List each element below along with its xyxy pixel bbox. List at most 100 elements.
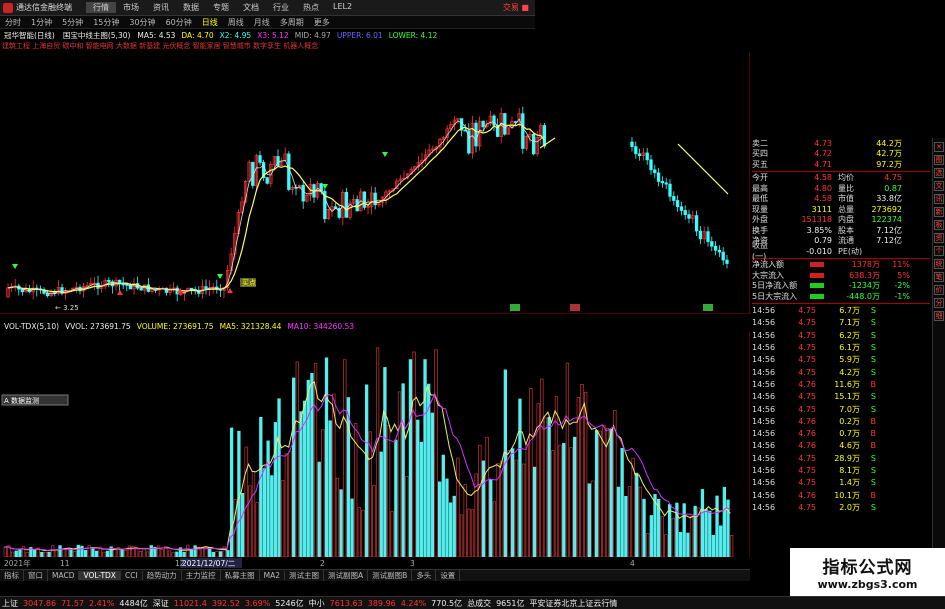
volume-bar: [423, 359, 427, 557]
volume-bar: [635, 472, 639, 557]
tab-7[interactable]: 私募主图: [221, 570, 260, 581]
trade-button[interactable]: 交易 ■: [503, 2, 535, 13]
vol-ma5-value: MA5: 321328.44: [219, 321, 282, 331]
side-tab-10[interactable]: 笔: [934, 272, 944, 282]
period-0[interactable]: 分时: [0, 17, 26, 28]
volume-bar: [127, 545, 132, 557]
volume-bar: [390, 511, 394, 557]
tick-volume: 1.4万: [839, 478, 860, 488]
side-tab-12[interactable]: 分: [934, 298, 944, 308]
index-value: 11021.4: [173, 598, 207, 608]
side-tab-5[interactable]: 新: [934, 207, 944, 217]
candle-body: [121, 283, 125, 286]
vol-indicator-name[interactable]: VOL-TDX(5,10): [4, 322, 59, 331]
side-tab-2[interactable]: 选: [934, 168, 944, 178]
side-tab-8[interactable]: 个: [934, 246, 944, 256]
menu-item-4[interactable]: 专题: [206, 2, 236, 13]
volume-bar: [18, 549, 22, 557]
volume-bar: [729, 535, 734, 557]
volume-bar: [3, 546, 7, 557]
candle-body: [287, 153, 291, 190]
period-1[interactable]: 1分钟: [26, 17, 57, 28]
tab-3[interactable]: VOL-TDX: [79, 571, 121, 580]
side-tab-6[interactable]: 板: [934, 220, 944, 230]
period-2[interactable]: 5分钟: [57, 17, 88, 28]
index-label[interactable]: 中小: [309, 598, 325, 609]
tab-1[interactable]: 窗口: [24, 570, 48, 581]
side-tab-1[interactable]: 图: [934, 155, 944, 165]
menu-item-8[interactable]: LEL2: [326, 2, 359, 13]
x2-value: X2: 4.95: [219, 30, 252, 40]
quote-stat-row: 换手 3.85% 股本 7.12亿: [752, 225, 930, 236]
period-3[interactable]: 15分钟: [88, 17, 124, 28]
main-indicator-name[interactable]: 国宝中线主图(5,30): [59, 30, 135, 41]
watermark-title: 指标公式网: [822, 558, 913, 578]
tab-11[interactable]: 测试副图B: [368, 570, 413, 581]
stat-value-2: 7.12亿: [876, 236, 902, 246]
index-change: 392.52: [211, 598, 240, 608]
tick-price: 4.76: [798, 429, 816, 439]
stat-value-2: 7.12亿: [876, 225, 902, 235]
period-10[interactable]: 更多: [309, 17, 335, 28]
period-6[interactable]: 日线: [197, 17, 223, 28]
menu-item-3[interactable]: 数据: [176, 2, 206, 13]
period-9[interactable]: 多周期: [275, 17, 309, 28]
period-8[interactable]: 月线: [249, 17, 275, 28]
index-label[interactable]: 深证: [153, 598, 169, 609]
tick-time: 14:56: [752, 490, 776, 500]
period-4[interactable]: 30分钟: [124, 17, 160, 28]
tab-6[interactable]: 主力监控: [182, 570, 221, 581]
stock-name[interactable]: 冠华智能(日线): [0, 30, 59, 41]
period-5[interactable]: 60分钟: [161, 17, 197, 28]
volume-chart[interactable]: 2000018000160001400012000100008000600040…: [0, 332, 750, 557]
quote-stat-row: 最低 4.58 市值 33.8亿: [752, 194, 930, 205]
tab-8[interactable]: MA2: [260, 571, 286, 580]
candle-body: [521, 113, 525, 149]
volume-bar: [397, 391, 402, 557]
period-7[interactable]: 周线: [223, 17, 249, 28]
tab-5[interactable]: 趋势动力: [143, 570, 182, 581]
menu-item-6[interactable]: 行业: [266, 2, 296, 13]
status-bar: 上证 3047.86 71.57 2.41% 4484亿 深证 11021.4 392.52 3…: [0, 596, 945, 609]
index-pct: 3.69%: [244, 598, 271, 608]
tick-time: 14:56: [752, 404, 776, 414]
flow-value: -1234万: [848, 281, 880, 291]
side-tab-3[interactable]: 文: [934, 181, 944, 191]
tab-2[interactable]: MACD: [48, 571, 80, 580]
tab-0[interactable]: 指标: [0, 570, 24, 581]
menu-item-1[interactable]: 市场: [116, 2, 146, 13]
tick-row: 14:56 4.75 2.0万 S: [752, 501, 930, 513]
date-marker-label: 2021/12/07/二: [182, 559, 236, 568]
tab-10[interactable]: 测试副图A: [324, 570, 369, 581]
side-tab-11[interactable]: 价: [934, 285, 944, 295]
candle-body: [698, 230, 703, 240]
menu-item-7[interactable]: 热点: [296, 2, 326, 13]
tab-12[interactable]: 多头: [412, 570, 437, 581]
stat-label: 换手: [752, 225, 768, 235]
tick-price: 4.76: [798, 416, 816, 426]
tick-row: 14:56 4.75 15.1万 S: [752, 391, 930, 403]
candle-body: [725, 259, 729, 264]
tick-price: 4.75: [798, 404, 816, 414]
side-tab-7[interactable]: 资: [934, 233, 944, 243]
volume-bar: [156, 545, 161, 557]
tick-side: S: [870, 502, 876, 512]
menu-item-5[interactable]: 文档: [236, 2, 266, 13]
tab-9[interactable]: 测试主图: [285, 570, 325, 581]
tab-13[interactable]: 设置: [436, 570, 461, 581]
volume-bar: [372, 484, 376, 557]
menu-item-0[interactable]: 行情: [86, 2, 116, 13]
menu-item-2[interactable]: 资讯: [146, 2, 176, 13]
tick-volume: 5.9万: [839, 355, 860, 365]
tab-4[interactable]: CCI: [121, 571, 143, 580]
tick-price: 4.75: [798, 453, 816, 463]
index-label[interactable]: 上证: [2, 598, 18, 609]
side-tab-13[interactable]: 细: [934, 311, 944, 321]
side-tab-0[interactable]: ✕: [934, 142, 944, 152]
side-tab-4[interactable]: 讯: [934, 194, 944, 204]
flow-row: 5日净流入额 -1234万 -2%: [752, 281, 930, 292]
quote-stat-row: 收益(一) -0.010 PE(动): [752, 241, 930, 261]
volume-bar: [350, 498, 354, 557]
side-tab-9[interactable]: 统: [934, 259, 944, 269]
candlestick-chart[interactable]: 6.506.005.505.004.504.003.50← 3.25买点: [0, 52, 750, 314]
